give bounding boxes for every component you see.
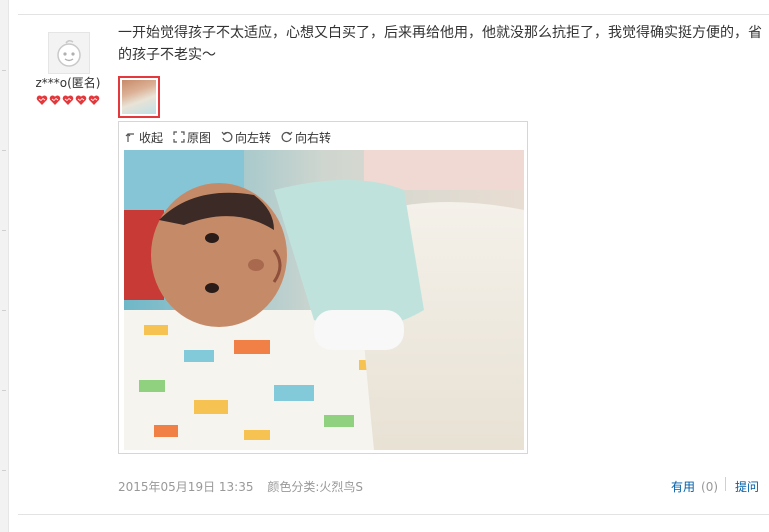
viewer-toolbar: 收起 原图 向左转 向右转 (125, 128, 331, 146)
bottom-divider (18, 514, 769, 515)
heart-icon (75, 94, 87, 106)
collapse-arrow-icon (125, 133, 134, 142)
rotate-left-button[interactable]: 向左转 (221, 129, 271, 146)
heart-icon (62, 94, 74, 106)
heart-icon (36, 94, 48, 106)
useful-label: 有用 (671, 480, 696, 494)
baby-face-icon (49, 33, 89, 73)
next-review-preview (118, 524, 758, 532)
color-variant: 颜色分类:火烈鸟S (267, 480, 363, 494)
rotate-left-icon (221, 131, 233, 142)
rotate-left-label: 向左转 (235, 130, 272, 145)
photo-viewer: 收起 原图 向左转 向右转 (118, 121, 528, 454)
user-level-hearts (36, 94, 100, 106)
review-meta: 2015年05月19日 13:35 颜色分类:火烈鸟S (118, 478, 373, 495)
rotate-right-icon (281, 131, 293, 142)
original-image-button[interactable]: 原图 (173, 129, 211, 146)
rotate-right-label: 向右转 (295, 130, 332, 145)
heart-icon (88, 94, 100, 106)
ask-question-button[interactable]: 提问 (735, 478, 759, 495)
collapse-button[interactable]: 收起 (125, 129, 163, 146)
action-separator (725, 477, 726, 491)
review-date: 2015年05月19日 13:35 (118, 480, 254, 494)
left-edge-strip (0, 0, 9, 532)
useful-count: (0) (701, 480, 719, 494)
avatar[interactable] (48, 32, 90, 74)
useful-button[interactable]: 有用 (0) (671, 478, 718, 495)
review-text: 一开始觉得孩子不太适应，心想又白买了，后来再给他用，他就没那么抗拒了，我觉得确实… (118, 25, 762, 63)
review-photo (124, 150, 524, 450)
photo-thumbnail[interactable] (118, 76, 160, 118)
username[interactable]: z***o(匿名) (18, 74, 118, 91)
heart-icon (49, 94, 61, 106)
top-divider (18, 14, 769, 15)
expand-icon (173, 131, 185, 143)
original-image-label: 原图 (187, 130, 212, 145)
collapse-label: 收起 (139, 130, 164, 145)
rotate-right-button[interactable]: 向右转 (281, 129, 331, 146)
